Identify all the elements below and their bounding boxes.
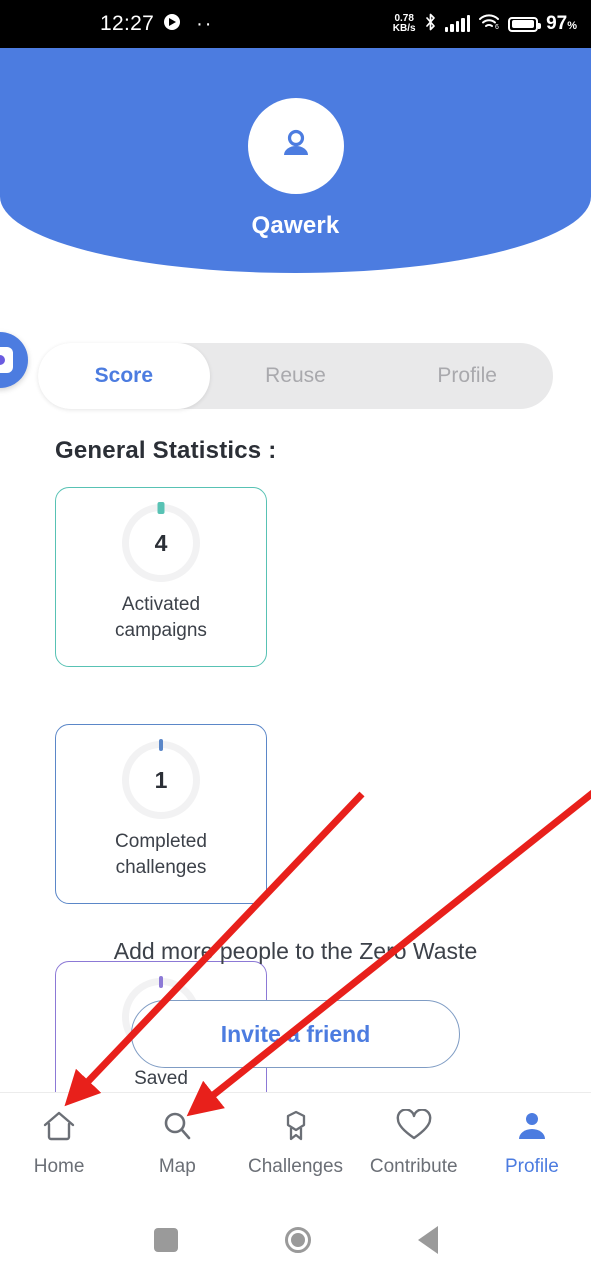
status-time: 12:27 — [100, 12, 155, 35]
home-icon — [40, 1109, 78, 1148]
stat-label-line1: Saved — [134, 1068, 188, 1089]
home-circle-icon[interactable] — [284, 1226, 311, 1253]
profile-header: Qawerk — [0, 48, 591, 273]
profile-username: Qawerk — [251, 212, 340, 239]
stat-label-line2: challenges — [115, 857, 207, 878]
side-app-badge[interactable] — [0, 332, 28, 388]
nav-item-home[interactable]: Home — [0, 1109, 118, 1178]
stat-label: Completed challenges — [115, 829, 207, 881]
status-bar-left: 12:27 ·· — [100, 12, 213, 36]
nav-item-contribute[interactable]: Contribute — [355, 1108, 473, 1178]
stat-card-completed-challenges[interactable]: 1 Completed challenges — [55, 724, 267, 904]
nav-item-challenges[interactable]: Challenges — [236, 1109, 354, 1178]
back-triangle-icon[interactable] — [417, 1225, 438, 1254]
progress-ring-tick — [157, 502, 165, 514]
badge-icon — [279, 1109, 313, 1148]
network-speed-unit: KB/s — [392, 23, 416, 34]
invite-a-friend-button[interactable]: Invite a friend — [131, 1000, 460, 1068]
svg-text:6: 6 — [495, 24, 499, 30]
stat-label-line2: campaigns — [115, 620, 207, 641]
section-title: General Statistics : — [55, 437, 277, 464]
cellular-signal-icon — [444, 15, 471, 32]
stat-label-line1: Activated — [121, 594, 201, 615]
tab-reuse[interactable]: Reuse — [210, 343, 382, 409]
android-navigation-bar — [0, 1199, 591, 1280]
nav-label-map: Map — [158, 1156, 196, 1177]
nav-item-map[interactable]: Map — [118, 1109, 236, 1178]
nav-label-contribute: Contribute — [369, 1156, 458, 1177]
progress-ring: 4 — [122, 502, 200, 582]
stat-value: 4 — [154, 529, 168, 556]
status-bar-right: 0.78 KB/s 6 97% — [393, 13, 577, 36]
network-speed-indicator: 0.78 KB/s — [393, 14, 416, 34]
tab-profile[interactable]: Profile — [381, 343, 553, 409]
avatar[interactable] — [247, 98, 344, 194]
progress-ring: 1 — [122, 739, 200, 819]
status-bar: 12:27 ·· 0.78 KB/s 6 97% — [0, 0, 591, 48]
tab-reuse-label: Reuse — [265, 364, 326, 387]
tab-profile-label: Profile — [437, 364, 497, 387]
stat-card-activated-campaigns[interactable]: 4 Activated campaigns — [55, 487, 267, 667]
person-icon — [274, 122, 318, 171]
app-badge-icon — [0, 347, 13, 373]
stat-label: Activated campaigns — [115, 592, 207, 644]
person-icon — [514, 1109, 550, 1148]
battery-percent: 97% — [546, 13, 577, 34]
more-dots-icon: ·· — [196, 13, 214, 35]
stat-label-line1: Completed — [115, 831, 207, 852]
bottom-navigation: Home Map Challenges Contribute Profile — [0, 1092, 591, 1199]
heart-icon — [395, 1108, 433, 1148]
bluetooth-icon — [424, 13, 437, 36]
progress-ring-tick — [159, 976, 163, 988]
nav-label-profile: Profile — [504, 1156, 559, 1177]
tab-score[interactable]: Score — [38, 343, 210, 409]
nav-label-home: Home — [33, 1156, 85, 1177]
search-icon — [159, 1109, 195, 1148]
nav-item-profile[interactable]: Profile — [473, 1109, 591, 1178]
media-icon — [163, 13, 181, 36]
invite-prompt-text: Add more people to the Zero Waste — [113, 938, 478, 964]
wifi-6-icon: 6 — [478, 13, 500, 35]
nav-label-challenges: Challenges — [247, 1156, 344, 1177]
recents-square-icon[interactable] — [153, 1227, 178, 1252]
phone-screen: 12:27 ·· 0.78 KB/s 6 97% Qawerk Score Re… — [0, 0, 591, 1280]
progress-ring-tick — [159, 739, 163, 751]
segmented-tabs[interactable]: Score Reuse Profile — [38, 343, 553, 409]
battery-icon — [508, 16, 542, 32]
stat-value: 1 — [154, 766, 168, 793]
tab-score-label: Score — [94, 364, 154, 387]
